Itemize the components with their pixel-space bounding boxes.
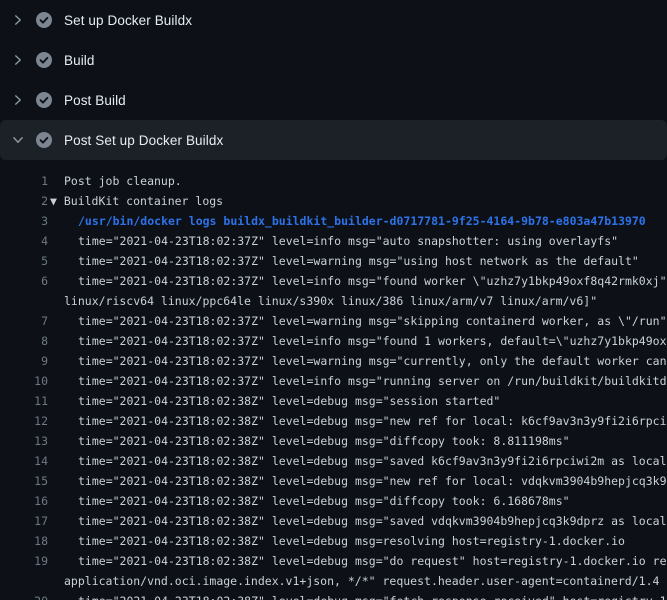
log-line-number[interactable]: 11 bbox=[0, 391, 48, 411]
log-line: linux/riscv64 linux/ppc64le linux/s390x … bbox=[0, 291, 667, 311]
log-line-text: time="2021-04-23T18:02:38Z" level=debug … bbox=[48, 451, 667, 471]
log-line: 14 time="2021-04-23T18:02:38Z" level=deb… bbox=[0, 451, 667, 471]
log-line-number[interactable]: 19 bbox=[0, 551, 48, 571]
step-row-set-up-docker-buildx[interactable]: Set up Docker Buildx bbox=[0, 0, 667, 40]
log-line-text: time="2021-04-23T18:02:38Z" level=debug … bbox=[48, 531, 625, 551]
log-line-text: time="2021-04-23T18:02:38Z" level=debug … bbox=[48, 391, 500, 411]
log-line-number[interactable]: 17 bbox=[0, 511, 48, 531]
log-line-number[interactable]: 14 bbox=[0, 451, 48, 471]
log-line: 20 time="2021-04-23T18:02:38Z" level=deb… bbox=[0, 591, 667, 600]
log-line-number[interactable] bbox=[0, 291, 48, 311]
log-line-number[interactable]: 13 bbox=[0, 431, 48, 451]
step-label: Post Set up Docker Buildx bbox=[64, 133, 223, 148]
log-line-number[interactable]: 4 bbox=[0, 231, 48, 251]
chevron-down-icon[interactable] bbox=[10, 132, 26, 148]
log-line: 8 time="2021-04-23T18:02:37Z" level=info… bbox=[0, 331, 667, 351]
log-line: 11 time="2021-04-23T18:02:38Z" level=deb… bbox=[0, 391, 667, 411]
log-line: 18 time="2021-04-23T18:02:38Z" level=deb… bbox=[0, 531, 667, 551]
step-log-output: 1 Post job cleanup. 2 ▼ BuildKit contain… bbox=[0, 160, 667, 600]
log-line-number[interactable]: 18 bbox=[0, 531, 48, 551]
step-label: Post Build bbox=[64, 93, 126, 108]
log-line-number[interactable]: 20 bbox=[0, 591, 48, 600]
log-line-text: linux/riscv64 linux/ppc64le linux/s390x … bbox=[48, 291, 597, 311]
log-line: 6 time="2021-04-23T18:02:37Z" level=info… bbox=[0, 271, 667, 291]
log-line-text: time="2021-04-23T18:02:38Z" level=debug … bbox=[48, 491, 570, 511]
log-line: 12 time="2021-04-23T18:02:38Z" level=deb… bbox=[0, 411, 667, 431]
chevron-right-icon[interactable] bbox=[10, 12, 26, 28]
log-line: 15 time="2021-04-23T18:02:38Z" level=deb… bbox=[0, 471, 667, 491]
log-line-text: time="2021-04-23T18:02:37Z" level=info m… bbox=[48, 231, 618, 251]
log-line-text: time="2021-04-23T18:02:37Z" level=warnin… bbox=[48, 311, 667, 331]
log-line-number[interactable]: 9 bbox=[0, 351, 48, 371]
log-line-text: time="2021-04-23T18:02:37Z" level=info m… bbox=[48, 271, 667, 291]
log-line-number[interactable]: 12 bbox=[0, 411, 48, 431]
log-line-number[interactable]: 3 bbox=[0, 211, 48, 231]
log-line-number[interactable]: 1 bbox=[0, 171, 48, 191]
log-line-text: /usr/bin/docker logs buildx_buildkit_bui… bbox=[48, 211, 646, 231]
step-row-build[interactable]: Build bbox=[0, 40, 667, 80]
log-line: 3 /usr/bin/docker logs buildx_buildkit_b… bbox=[0, 211, 667, 231]
log-line-text: application/vnd.oci.image.index.v1+json,… bbox=[48, 571, 659, 591]
log-line-number[interactable]: 15 bbox=[0, 471, 48, 491]
check-circle-icon bbox=[36, 12, 52, 28]
log-line-text: time="2021-04-23T18:02:37Z" level=info m… bbox=[48, 331, 667, 351]
log-line-text: time="2021-04-23T18:02:37Z" level=warnin… bbox=[48, 251, 639, 271]
log-group-header[interactable]: 2 ▼ BuildKit container logs bbox=[0, 191, 667, 211]
log-line-text: time="2021-04-23T18:02:38Z" level=debug … bbox=[48, 591, 667, 600]
log-line-number[interactable]: 8 bbox=[0, 331, 48, 351]
log-line: 16 time="2021-04-23T18:02:38Z" level=deb… bbox=[0, 491, 667, 511]
log-line-number[interactable]: 16 bbox=[0, 491, 48, 511]
log-line: 7 time="2021-04-23T18:02:37Z" level=warn… bbox=[0, 311, 667, 331]
log-line-number[interactable]: 5 bbox=[0, 251, 48, 271]
step-label: Set up Docker Buildx bbox=[64, 13, 192, 28]
log-line: 9 time="2021-04-23T18:02:37Z" level=warn… bbox=[0, 351, 667, 371]
chevron-right-icon[interactable] bbox=[10, 92, 26, 108]
log-line: 5 time="2021-04-23T18:02:37Z" level=warn… bbox=[0, 251, 667, 271]
log-line-number[interactable] bbox=[0, 571, 48, 591]
log-line-text: time="2021-04-23T18:02:37Z" level=info m… bbox=[48, 371, 667, 391]
log-line: 17 time="2021-04-23T18:02:38Z" level=deb… bbox=[0, 511, 667, 531]
step-row-post-build[interactable]: Post Build bbox=[0, 80, 667, 120]
step-row-post-set-up-docker-buildx[interactable]: Post Set up Docker Buildx bbox=[0, 120, 667, 160]
log-line-text: Post job cleanup. bbox=[48, 171, 182, 191]
log-line: 4 time="2021-04-23T18:02:37Z" level=info… bbox=[0, 231, 667, 251]
actions-log-viewer: Set up Docker Buildx Build Post Build Po… bbox=[0, 0, 667, 600]
step-label: Build bbox=[64, 53, 95, 68]
log-line-text: time="2021-04-23T18:02:38Z" level=debug … bbox=[48, 431, 570, 451]
log-line: application/vnd.oci.image.index.v1+json,… bbox=[0, 571, 667, 591]
log-line-number[interactable]: 7 bbox=[0, 311, 48, 331]
group-caret-icon[interactable]: ▼ bbox=[50, 194, 64, 208]
log-line-text: time="2021-04-23T18:02:38Z" level=debug … bbox=[48, 411, 667, 431]
log-line-text: time="2021-04-23T18:02:38Z" level=debug … bbox=[48, 511, 667, 531]
chevron-right-icon[interactable] bbox=[10, 52, 26, 68]
log-line-text: time="2021-04-23T18:02:38Z" level=debug … bbox=[48, 551, 667, 571]
log-line-number[interactable]: 10 bbox=[0, 371, 48, 391]
log-line: 19 time="2021-04-23T18:02:38Z" level=deb… bbox=[0, 551, 667, 571]
log-line-number[interactable]: 6 bbox=[0, 271, 48, 291]
check-circle-icon bbox=[36, 52, 52, 68]
log-line-text: time="2021-04-23T18:02:38Z" level=debug … bbox=[48, 471, 667, 491]
check-circle-icon bbox=[36, 92, 52, 108]
log-line: 13 time="2021-04-23T18:02:38Z" level=deb… bbox=[0, 431, 667, 451]
log-line: 1 Post job cleanup. bbox=[0, 171, 667, 191]
log-line-text: ▼ BuildKit container logs bbox=[34, 191, 223, 211]
check-circle-icon bbox=[36, 132, 52, 148]
log-line-text: time="2021-04-23T18:02:37Z" level=warnin… bbox=[48, 351, 667, 371]
log-line: 10 time="2021-04-23T18:02:37Z" level=inf… bbox=[0, 371, 667, 391]
